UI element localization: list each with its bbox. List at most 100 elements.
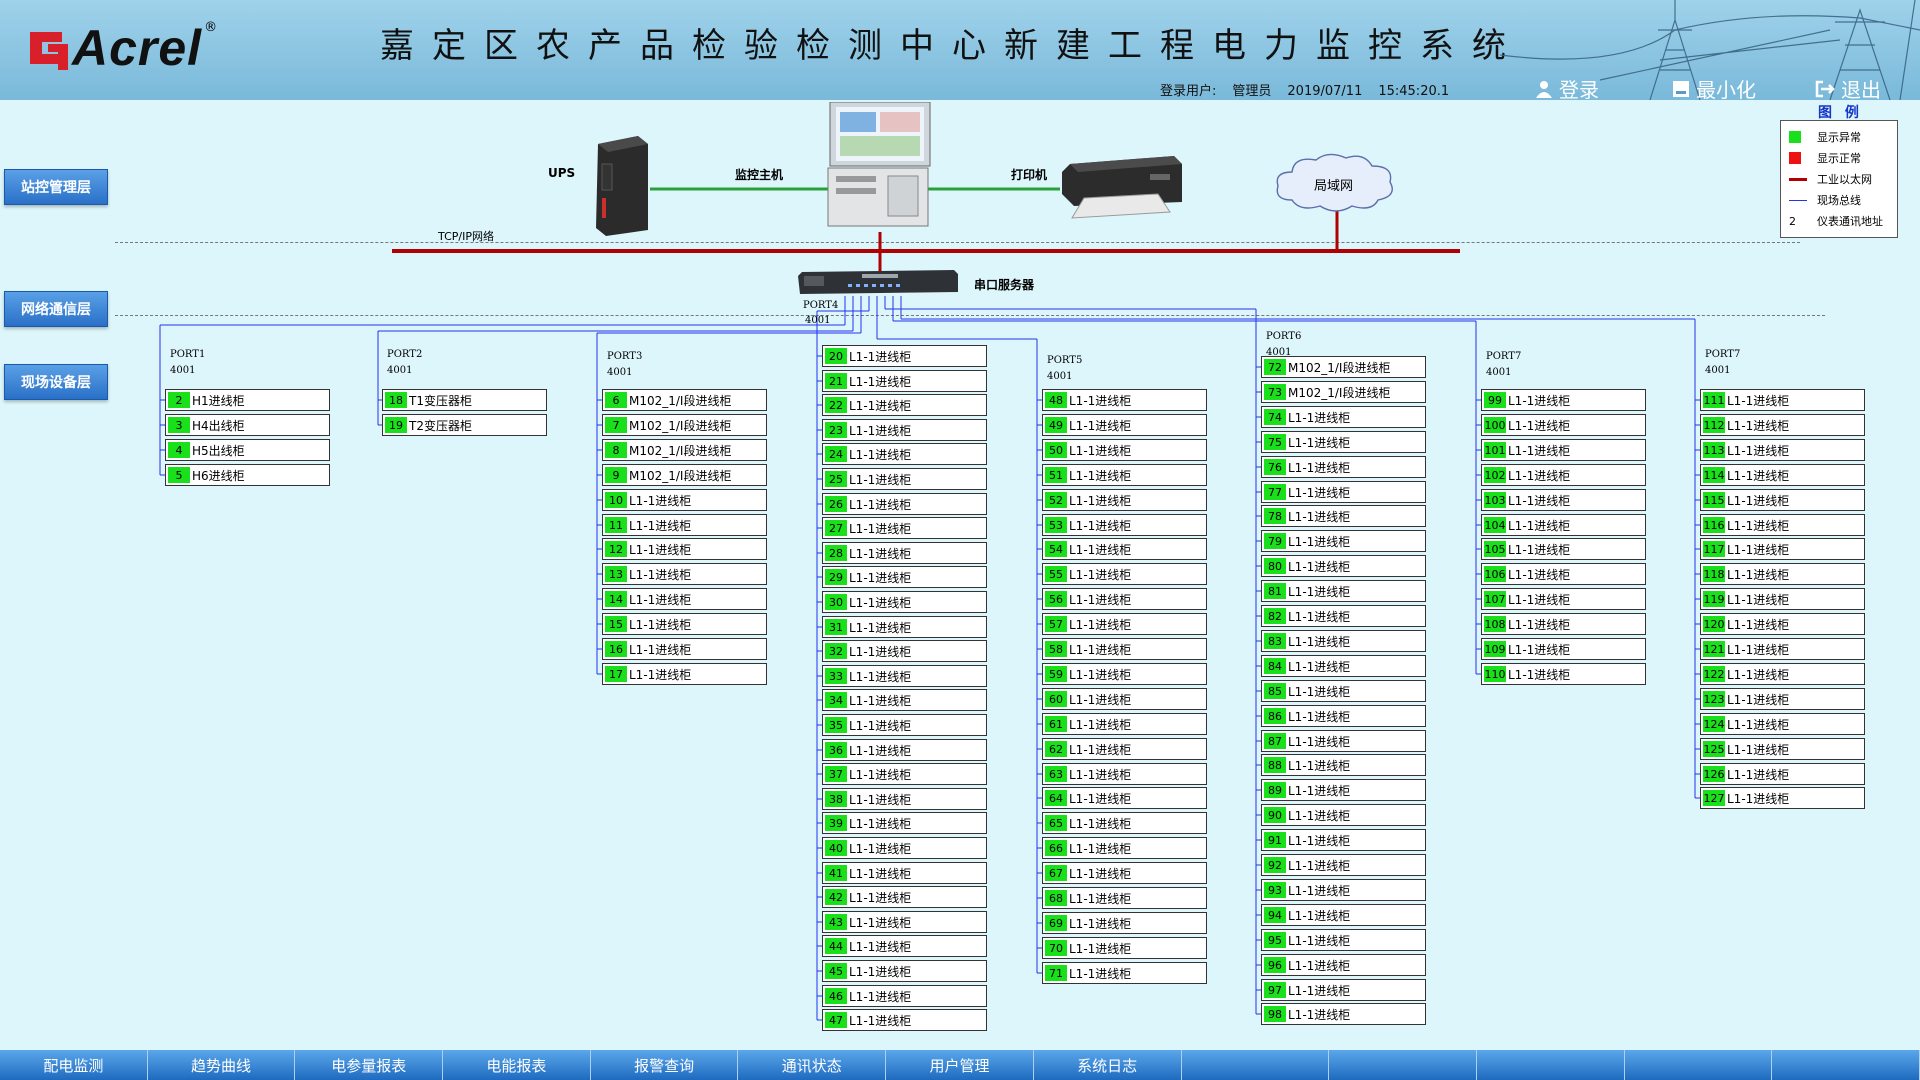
device-cabinet[interactable]: 24 L1-1进线柜	[822, 443, 987, 465]
device-cabinet[interactable]: 122 L1-1进线柜	[1700, 663, 1865, 685]
device-cabinet[interactable]: 70 L1-1进线柜	[1042, 937, 1207, 959]
device-cabinet[interactable]: 38 L1-1进线柜	[822, 788, 987, 810]
device-cabinet[interactable]: 80 L1-1进线柜	[1261, 555, 1426, 577]
nav-tab[interactable]: 通讯状态	[738, 1050, 887, 1080]
nav-tab[interactable]: 电能报表	[443, 1050, 591, 1080]
device-cabinet[interactable]: 63 L1-1进线柜	[1042, 763, 1207, 785]
device-cabinet[interactable]: 39 L1-1进线柜	[822, 812, 987, 834]
device-cabinet[interactable]: 76 L1-1进线柜	[1261, 456, 1426, 478]
device-cabinet[interactable]: 118 L1-1进线柜	[1700, 563, 1865, 585]
device-cabinet[interactable]: 69 L1-1进线柜	[1042, 912, 1207, 934]
device-cabinet[interactable]: 79 L1-1进线柜	[1261, 530, 1426, 552]
device-cabinet[interactable]: 112 L1-1进线柜	[1700, 414, 1865, 436]
device-cabinet[interactable]: 33 L1-1进线柜	[822, 665, 987, 687]
device-cabinet[interactable]: 45 L1-1进线柜	[822, 960, 987, 982]
device-cabinet[interactable]: 67 L1-1进线柜	[1042, 862, 1207, 884]
printer-icon[interactable]	[1058, 150, 1184, 226]
device-cabinet[interactable]: 31 L1-1进线柜	[822, 616, 987, 638]
device-cabinet[interactable]: 110 L1-1进线柜	[1481, 663, 1646, 685]
device-cabinet[interactable]: 74 L1-1进线柜	[1261, 406, 1426, 428]
device-cabinet[interactable]: 13 L1-1进线柜	[602, 563, 767, 585]
device-cabinet[interactable]: 6 M102_1/I段进线柜	[602, 389, 767, 411]
device-cabinet[interactable]: 51 L1-1进线柜	[1042, 464, 1207, 486]
device-cabinet[interactable]: 91 L1-1进线柜	[1261, 829, 1426, 851]
nav-tab[interactable]: 电参量报表	[295, 1050, 444, 1080]
device-cabinet[interactable]: 53 L1-1进线柜	[1042, 514, 1207, 536]
device-cabinet[interactable]: 16 L1-1进线柜	[602, 638, 767, 660]
device-cabinet[interactable]: 104 L1-1进线柜	[1481, 514, 1646, 536]
device-cabinet[interactable]: 64 L1-1进线柜	[1042, 787, 1207, 809]
device-cabinet[interactable]: 19 T2变压器柜	[382, 414, 547, 436]
device-cabinet[interactable]: 12 L1-1进线柜	[602, 538, 767, 560]
nav-tab[interactable]: 配电监测	[0, 1050, 148, 1080]
device-cabinet[interactable]: 111 L1-1进线柜	[1700, 389, 1865, 411]
device-cabinet[interactable]: 113 L1-1进线柜	[1700, 439, 1865, 461]
device-cabinet[interactable]: 25 L1-1进线柜	[822, 468, 987, 490]
device-cabinet[interactable]: 29 L1-1进线柜	[822, 566, 987, 588]
device-cabinet[interactable]: 82 L1-1进线柜	[1261, 605, 1426, 627]
device-cabinet[interactable]: 58 L1-1进线柜	[1042, 638, 1207, 660]
device-cabinet[interactable]: 98 L1-1进线柜	[1261, 1003, 1426, 1025]
device-cabinet[interactable]: 124 L1-1进线柜	[1700, 713, 1865, 735]
nav-tab[interactable]	[1772, 1050, 1920, 1080]
device-cabinet[interactable]: 52 L1-1进线柜	[1042, 489, 1207, 511]
device-cabinet[interactable]: 75 L1-1进线柜	[1261, 431, 1426, 453]
nav-tab[interactable]	[1329, 1050, 1477, 1080]
device-cabinet[interactable]: 127 L1-1进线柜	[1700, 787, 1865, 809]
device-cabinet[interactable]: 94 L1-1进线柜	[1261, 904, 1426, 926]
device-cabinet[interactable]: 20 L1-1进线柜	[822, 345, 987, 367]
device-cabinet[interactable]: 117 L1-1进线柜	[1700, 538, 1865, 560]
device-cabinet[interactable]: 37 L1-1进线柜	[822, 763, 987, 785]
device-cabinet[interactable]: 23 L1-1进线柜	[822, 419, 987, 441]
nav-tab[interactable]	[1624, 1050, 1773, 1080]
device-cabinet[interactable]: 15 L1-1进线柜	[602, 613, 767, 635]
device-cabinet[interactable]: 48 L1-1进线柜	[1042, 389, 1207, 411]
device-cabinet[interactable]: 11 L1-1进线柜	[602, 514, 767, 536]
device-cabinet[interactable]: 97 L1-1进线柜	[1261, 979, 1426, 1001]
device-cabinet[interactable]: 95 L1-1进线柜	[1261, 929, 1426, 951]
device-cabinet[interactable]: 66 L1-1进线柜	[1042, 837, 1207, 859]
device-cabinet[interactable]: 77 L1-1进线柜	[1261, 481, 1426, 503]
device-cabinet[interactable]: 119 L1-1进线柜	[1700, 588, 1865, 610]
device-cabinet[interactable]: 103 L1-1进线柜	[1481, 489, 1646, 511]
device-cabinet[interactable]: 73 M102_1/I段进线柜	[1261, 381, 1426, 403]
serial-server-icon[interactable]	[798, 268, 960, 296]
device-cabinet[interactable]: 83 L1-1进线柜	[1261, 630, 1426, 652]
device-cabinet[interactable]: 93 L1-1进线柜	[1261, 879, 1426, 901]
device-cabinet[interactable]: 22 L1-1进线柜	[822, 394, 987, 416]
device-cabinet[interactable]: 17 L1-1进线柜	[602, 663, 767, 685]
device-cabinet[interactable]: 71 L1-1进线柜	[1042, 962, 1207, 984]
device-cabinet[interactable]: 96 L1-1进线柜	[1261, 954, 1426, 976]
device-cabinet[interactable]: 109 L1-1进线柜	[1481, 638, 1646, 660]
device-cabinet[interactable]: 26 L1-1进线柜	[822, 493, 987, 515]
device-cabinet[interactable]: 84 L1-1进线柜	[1261, 655, 1426, 677]
monitoring-host-icon[interactable]	[826, 102, 932, 227]
device-cabinet[interactable]: 85 L1-1进线柜	[1261, 680, 1426, 702]
device-cabinet[interactable]: 57 L1-1进线柜	[1042, 613, 1207, 635]
device-cabinet[interactable]: 54 L1-1进线柜	[1042, 538, 1207, 560]
device-cabinet[interactable]: 81 L1-1进线柜	[1261, 580, 1426, 602]
nav-tab[interactable]: 趋势曲线	[147, 1050, 296, 1080]
device-cabinet[interactable]: 61 L1-1进线柜	[1042, 713, 1207, 735]
device-cabinet[interactable]: 8 M102_1/I段进线柜	[602, 439, 767, 461]
device-cabinet[interactable]: 3 H4出线柜	[165, 414, 330, 436]
device-cabinet[interactable]: 34 L1-1进线柜	[822, 689, 987, 711]
device-cabinet[interactable]: 42 L1-1进线柜	[822, 886, 987, 908]
device-cabinet[interactable]: 102 L1-1进线柜	[1481, 464, 1646, 486]
device-cabinet[interactable]: 35 L1-1进线柜	[822, 714, 987, 736]
device-cabinet[interactable]: 7 M102_1/I段进线柜	[602, 414, 767, 436]
device-cabinet[interactable]: 49 L1-1进线柜	[1042, 414, 1207, 436]
device-cabinet[interactable]: 78 L1-1进线柜	[1261, 505, 1426, 527]
device-cabinet[interactable]: 106 L1-1进线柜	[1481, 563, 1646, 585]
device-cabinet[interactable]: 4 H5出线柜	[165, 439, 330, 461]
device-cabinet[interactable]: 40 L1-1进线柜	[822, 837, 987, 859]
device-cabinet[interactable]: 86 L1-1进线柜	[1261, 705, 1426, 727]
device-cabinet[interactable]: 21 L1-1进线柜	[822, 370, 987, 392]
device-cabinet[interactable]: 44 L1-1进线柜	[822, 935, 987, 957]
device-cabinet[interactable]: 116 L1-1进线柜	[1700, 514, 1865, 536]
device-cabinet[interactable]: 18 T1变压器柜	[382, 389, 547, 411]
nav-tab[interactable]: 用户管理	[886, 1050, 1034, 1080]
device-cabinet[interactable]: 101 L1-1进线柜	[1481, 439, 1646, 461]
device-cabinet[interactable]: 50 L1-1进线柜	[1042, 439, 1207, 461]
nav-tab[interactable]	[1181, 1050, 1330, 1080]
